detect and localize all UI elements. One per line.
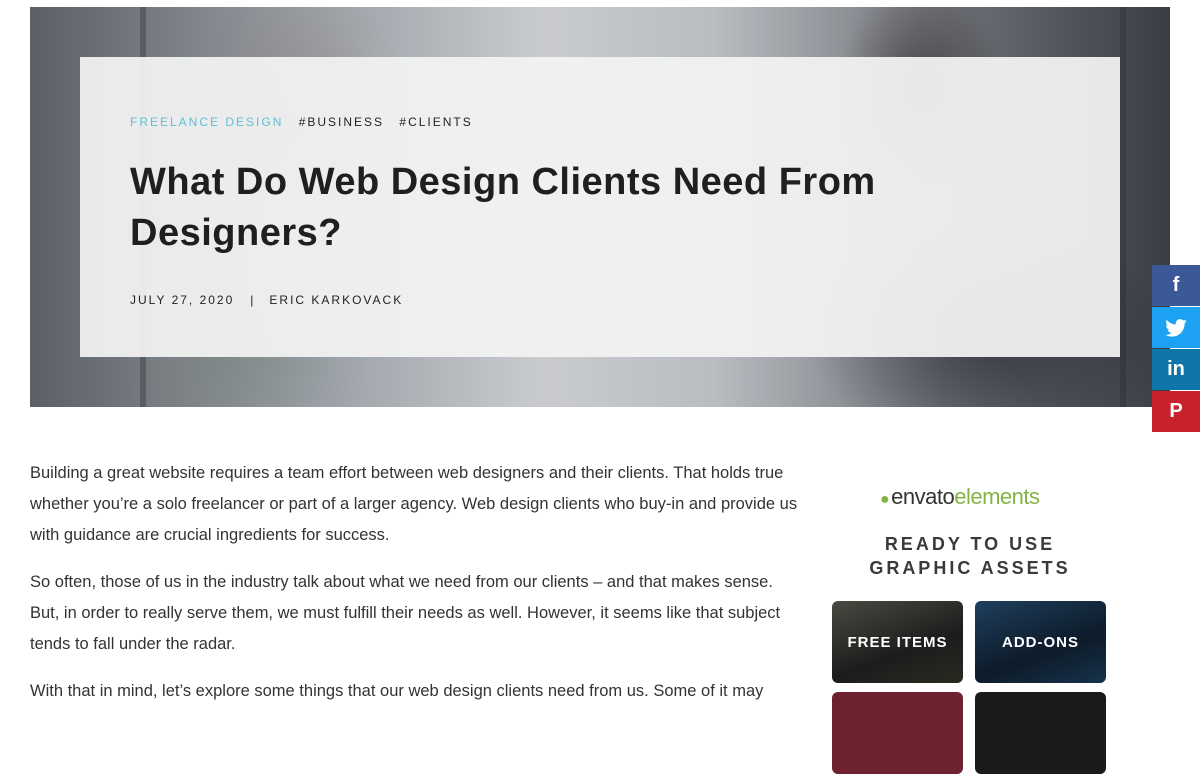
twitter-icon [1165,318,1187,337]
free-items-label: FREE ITEMS [847,633,948,651]
ad-tile[interactable] [832,692,963,774]
twitter-share-button[interactable]: t [1152,307,1200,348]
ad-headline-line: GRAPHIC ASSETS [869,558,1071,578]
author-link[interactable]: ERIC KARKOVACK [269,293,403,307]
hero-background-detail [1120,7,1126,407]
facebook-icon: f [1172,274,1180,296]
linkedin-icon: in [1167,358,1185,380]
article-paragraph: With that in mind, let’s explore some th… [30,682,764,700]
envato-leaf-icon: ● [880,491,890,508]
envato-elements-ad[interactable]: ●envatoelements READY TO USE GRAPHIC ASS… [830,480,1110,774]
envato-elements-logo: ●envatoelements [880,484,1040,510]
tag-clients[interactable]: #CLIENTS [399,115,472,129]
post-date: JULY 27, 2020 [130,293,235,307]
logo-text-elements: elements [954,484,1040,509]
pinterest-share-button[interactable]: P [1152,391,1200,432]
article-paragraph: Building a great website requires a team… [30,464,798,544]
share-bar: f t in P [1152,265,1200,433]
ad-tile[interactable] [975,692,1106,774]
article-body: Building a great website requires a team… [30,458,800,723]
article-paragraph: So often, those of us in the industry ta… [30,573,781,653]
post-meta: JULY 27, 2020 | ERIC KARKOVACK [130,293,403,307]
linkedin-share-button[interactable]: in [1152,349,1200,390]
add-ons-tile[interactable]: ADD-ONS [975,601,1106,683]
post-tags: FREELANCE DESIGN #BUSINESS #CLIENTS [130,115,483,129]
category-link[interactable]: FREELANCE DESIGN [130,115,283,129]
add-ons-label: ADD-ONS [1002,633,1079,651]
meta-separator: | [250,293,256,307]
post-title: What Do Web Design Clients Need From Des… [130,161,876,254]
free-items-tile[interactable]: FREE ITEMS [832,601,963,683]
tag-business[interactable]: #BUSINESS [299,115,384,129]
logo-text-envato: envato [891,484,955,509]
facebook-share-button[interactable]: f [1152,265,1200,306]
pinterest-icon: P [1169,400,1183,422]
ad-headline: READY TO USE GRAPHIC ASSETS [830,532,1110,580]
post-header-card: FREELANCE DESIGN #BUSINESS #CLIENTS What… [80,57,1120,357]
ad-headline-line: READY TO USE [884,534,1056,554]
